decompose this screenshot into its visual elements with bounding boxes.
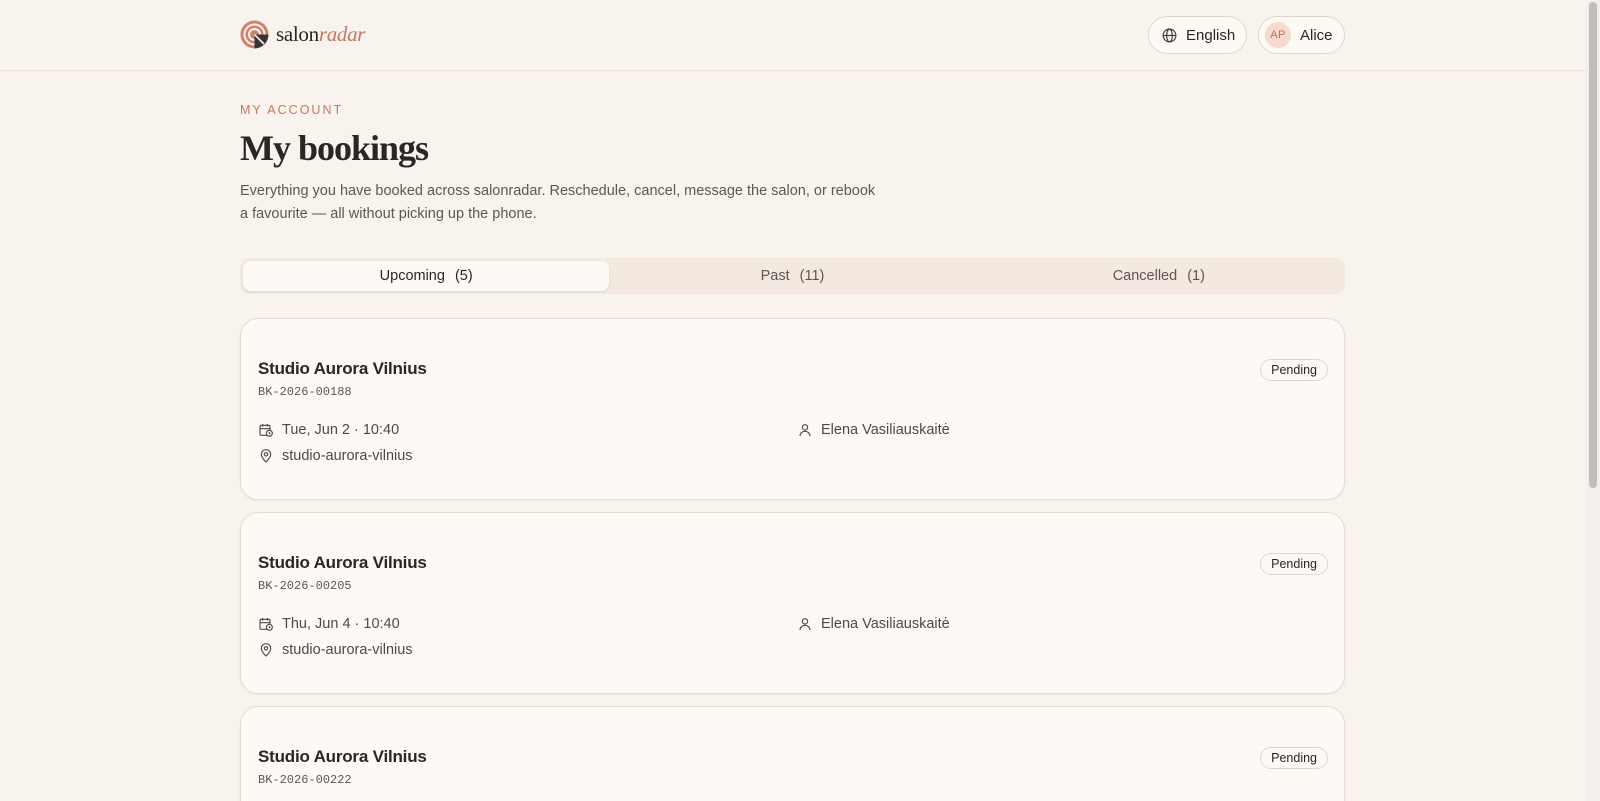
- brand-name-accent: radar: [318, 22, 366, 46]
- language-label: English: [1186, 26, 1236, 44]
- scrollbar-thumb[interactable]: [1589, 2, 1597, 488]
- tab-cancelled[interactable]: Cancelled (1): [976, 261, 1342, 291]
- page-scrollbar[interactable]: [1586, 0, 1600, 801]
- tab-label: Past: [760, 268, 790, 284]
- location-text: studio-aurora-vilnius: [282, 448, 413, 464]
- page-title: My bookings: [240, 128, 429, 168]
- datetime-text: Thu, Jun 4 · 10:40: [282, 616, 400, 632]
- booking-staff: Elena Vasiliauskaitė: [797, 616, 950, 632]
- language-selector-button[interactable]: English: [1148, 16, 1247, 54]
- calendar-clock-icon: [259, 424, 273, 437]
- staff-name: Elena Vasiliauskaitė: [821, 422, 950, 438]
- top-bar: salonradar English AP Alice: [0, 0, 1586, 71]
- booking-staff: Elena Vasiliauskaitė: [797, 422, 950, 438]
- avatar: AP: [1265, 22, 1291, 48]
- brand-name: salonradar: [276, 22, 365, 47]
- tab-past[interactable]: Past (11): [609, 261, 975, 291]
- booking-card[interactable]: Studio Aurora Vilnius BK-2026-00188 Pend…: [240, 318, 1345, 500]
- booking-location: studio-aurora-vilnius: [258, 448, 413, 464]
- booking-code: BK-2026-00222: [258, 773, 352, 787]
- salon-name: Studio Aurora Vilnius: [258, 553, 427, 572]
- tab-count: (11): [799, 268, 825, 284]
- salon-name: Studio Aurora Vilnius: [258, 747, 427, 766]
- booking-datetime: Thu, Jun 4 · 10:40: [258, 616, 400, 632]
- booking-datetime: Tue, Jun 2 · 10:40: [258, 422, 399, 438]
- tab-label: Cancelled: [1112, 268, 1178, 284]
- brand-logo[interactable]: salonradar: [240, 20, 365, 49]
- user-icon: [799, 424, 811, 437]
- booking-code: BK-2026-00205: [258, 579, 352, 593]
- booking-code: BK-2026-00188: [258, 385, 352, 399]
- tab-count: (1): [1187, 268, 1205, 284]
- tab-label: Upcoming: [379, 268, 445, 284]
- booking-tabs: Upcoming (5) Past (11) Cancelled (1): [240, 258, 1345, 294]
- booking-location: studio-aurora-vilnius: [258, 642, 413, 658]
- map-pin-icon: [260, 449, 272, 463]
- page-description: Everything you have booked across salonr…: [240, 183, 876, 222]
- globe-icon: [1162, 28, 1177, 42]
- user-menu-button[interactable]: AP Alice: [1258, 16, 1345, 54]
- datetime-text: Tue, Jun 2 · 10:40: [282, 422, 400, 438]
- map-pin-icon: [260, 643, 272, 657]
- radar-logo-icon: [240, 20, 269, 49]
- tab-upcoming[interactable]: Upcoming (5): [243, 261, 610, 291]
- status-badge: Pending: [1260, 359, 1328, 381]
- brand-name-main: salon: [276, 22, 319, 46]
- tab-count: (5): [454, 268, 473, 284]
- status-badge: Pending: [1260, 747, 1328, 769]
- user-name: Alice: [1300, 26, 1333, 44]
- location-text: studio-aurora-vilnius: [282, 642, 413, 658]
- user-icon: [799, 618, 811, 631]
- staff-name: Elena Vasiliauskaitė: [821, 616, 950, 632]
- status-badge: Pending: [1260, 553, 1328, 575]
- section-eyebrow: MY ACCOUNT: [240, 103, 344, 117]
- salon-name: Studio Aurora Vilnius: [258, 359, 427, 378]
- booking-card[interactable]: Studio Aurora Vilnius BK-2026-00222 Pend…: [240, 706, 1345, 801]
- booking-card[interactable]: Studio Aurora Vilnius BK-2026-00205 Pend…: [240, 512, 1345, 694]
- calendar-clock-icon: [259, 618, 273, 631]
